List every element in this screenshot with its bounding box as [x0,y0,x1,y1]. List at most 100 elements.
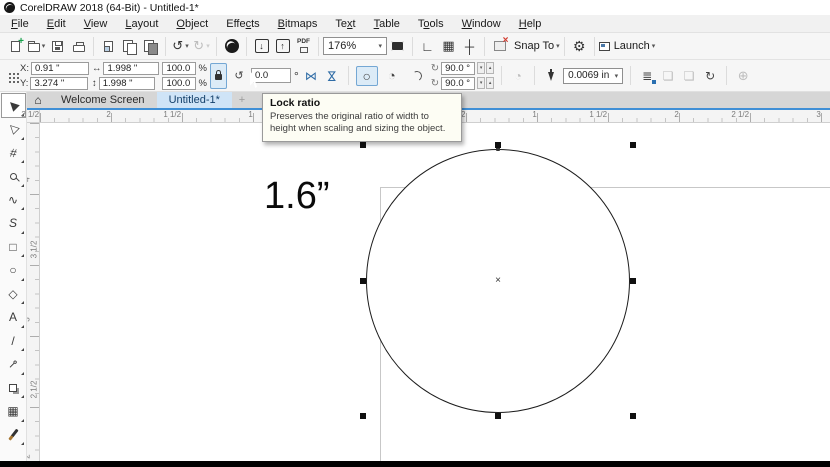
angle-fields: ↻ ▾▴ ↻ ▾▴ [431,62,494,90]
scale-h-field[interactable] [162,62,196,75]
add-preset-button[interactable]: ⊕ [734,66,752,86]
transparency-tool[interactable]: ▦ [2,400,25,423]
drawing-canvas[interactable]: × 1.6” [40,123,830,461]
outline-width-arrow[interactable]: ▾ [611,72,619,80]
pie-button[interactable]: ◔ [381,66,403,86]
wrap-text-button[interactable]: ≣ [638,66,656,86]
full-screen-preview-button[interactable] [387,35,408,57]
menu-layout[interactable]: Layout [116,16,167,32]
outline-width-combo[interactable]: 0.0069 in ▾ [563,68,623,84]
object-height-field[interactable] [99,77,155,90]
weld-button[interactable]: ❏ [659,66,677,86]
y-position-field[interactable] [30,77,88,90]
freehand-tool[interactable]: ∿ [2,188,25,211]
menu-edit[interactable]: Edit [38,16,75,32]
redo-button[interactable]: ↻▾ [191,35,212,57]
publish-pdf-button[interactable]: PDF [293,35,314,57]
selection-handle[interactable] [360,278,366,284]
crop-tool[interactable]: # [2,141,25,164]
tab-welcome-screen[interactable]: Welcome Screen [49,92,157,108]
menu-object[interactable]: Object [167,16,217,32]
menu-table[interactable]: Table [365,16,409,32]
mirror-vertical-button[interactable]: ⋈ [323,66,341,86]
show-rulers-button[interactable]: ∟ [417,35,438,57]
selection-handle[interactable] [495,142,501,148]
selection-handle[interactable] [360,413,366,419]
rectangle-tool[interactable]: □ [2,235,25,258]
save-button[interactable] [47,35,68,57]
text-tool[interactable]: A [2,306,25,329]
connector-tool[interactable]: ⊸ [2,353,25,376]
new-document-button[interactable] [5,35,26,57]
launch-button[interactable]: Launch ▾ [599,35,656,57]
ellipse-tool[interactable]: ○ [2,259,25,282]
arc-button[interactable] [406,66,428,86]
menu-window[interactable]: Window [453,16,510,32]
undo-dropdown-arrow[interactable]: ▾ [185,42,189,50]
end-angle-up[interactable]: ▴ [486,77,494,89]
convert-to-curves-button[interactable]: ↻ [701,66,719,86]
selection-handle[interactable] [360,142,366,148]
tab-untitled-1-[interactable]: Untitled-1* [157,92,232,108]
show-guidelines-button[interactable]: ┼ [459,35,480,57]
trim-button[interactable]: ❏ [680,66,698,86]
zoom-tool[interactable] [2,165,25,188]
print-button[interactable] [68,35,89,57]
show-grid-button[interactable]: ▦ [438,35,459,57]
mirror-vertical-icon: ⋈ [325,70,339,82]
flyout-indicator [21,301,24,304]
redo-dropdown-arrow[interactable]: ▾ [206,42,210,50]
menu-view[interactable]: View [75,16,117,32]
options-button[interactable]: ⚙ [569,35,590,57]
menu-effects[interactable]: Effects [217,16,268,32]
ellipse-button[interactable]: ○ [356,66,378,86]
menu-file[interactable]: File [2,16,38,32]
selection-handle[interactable] [630,413,636,419]
dimension-text[interactable]: 1.6” [264,175,329,218]
start-angle-down[interactable]: ▾ [477,62,485,74]
zoom-dropdown-arrow[interactable]: ▾ [374,42,382,50]
paste-button[interactable] [140,35,161,57]
selection-handle[interactable] [630,142,636,148]
coreldraw-window: CorelDRAW 2018 (64-Bit) - Untitled-1* Fi… [0,0,830,467]
undo-button[interactable]: ↺▾ [170,35,191,57]
new-tab-button[interactable]: + [232,92,252,108]
color-eyedropper-tool[interactable] [2,423,25,446]
dimension-tool[interactable]: / [2,329,25,352]
scale-v-field[interactable] [162,77,196,90]
snap-options-button[interactable] [489,35,510,57]
export-button[interactable]: ↑ [272,35,293,57]
mirror-horizontal-button[interactable]: ⋈ [302,66,320,86]
home-button[interactable]: ⌂ [27,92,49,108]
copy-button[interactable] [119,35,140,57]
zoom-level-combo[interactable]: 176% ▾ [323,37,387,55]
end-angle-field[interactable] [441,77,475,90]
artistic-media-tool[interactable]: S [2,212,25,235]
start-angle-field[interactable] [441,62,475,75]
separator [93,37,94,56]
open-button[interactable]: ▾ [26,35,47,57]
polygon-tool[interactable]: ◇ [2,282,25,305]
change-direction-button[interactable]: ◔ [509,66,527,86]
search-content-button[interactable] [221,35,242,57]
object-width-field[interactable] [103,62,159,75]
shape-tool[interactable]: ▷ [2,118,25,141]
snap-to-dropdown[interactable]: Snap To ▾ [510,35,560,57]
menu-help[interactable]: Help [510,16,551,32]
drop-shadow-tool[interactable] [2,376,25,399]
start-angle-up[interactable]: ▴ [486,62,494,74]
import-button[interactable]: ↓ [251,35,272,57]
end-angle-down[interactable]: ▾ [477,77,485,89]
lock-ratio-button[interactable] [210,63,227,89]
title-bar: CorelDRAW 2018 (64-Bit) - Untitled-1* [0,0,830,15]
menu-bitmaps[interactable]: Bitmaps [269,16,327,32]
menu-text[interactable]: Text [326,16,364,32]
vertical-ruler[interactable]: 4 1/243 1/232 1/22 [27,123,40,461]
cut-button[interactable] [98,35,119,57]
open-dropdown-arrow[interactable]: ▾ [42,42,46,50]
selection-handle[interactable] [630,278,636,284]
menu-tools[interactable]: Tools [409,16,453,32]
x-position-field[interactable] [31,62,89,75]
object-origin-icon[interactable] [9,73,11,75]
selection-handle[interactable] [495,413,501,419]
